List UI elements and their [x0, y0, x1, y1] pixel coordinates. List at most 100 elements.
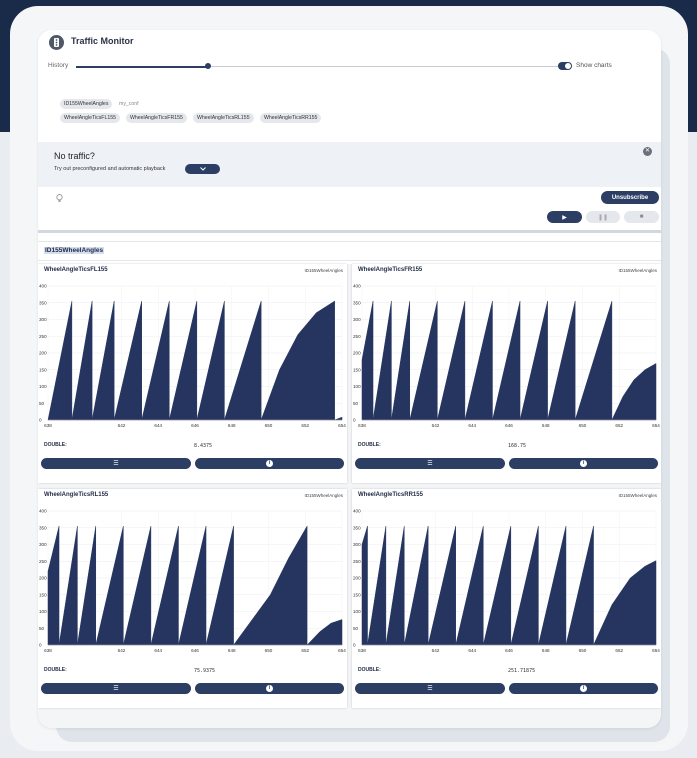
chart-plot: 0 50 100 150 200 250 300 350 400 638 642 644 646 648 6… [39, 284, 346, 429]
x-tick-label: 650 [579, 423, 587, 428]
info-icon: i [580, 685, 587, 692]
y-tick-label: 350 [39, 525, 47, 530]
unsubscribe-button[interactable]: Unsubscribe [601, 191, 659, 204]
list-view-button[interactable]: ☰ [41, 458, 191, 469]
x-tick-label: 646 [191, 648, 199, 653]
x-tick-label: 638 [358, 648, 366, 653]
list-icon: ☰ [113, 686, 119, 692]
message-group-header[interactable]: ID155WheelAngles [38, 241, 661, 261]
list-view-button[interactable]: ☰ [41, 683, 191, 694]
page-title: Traffic Monitor [71, 36, 134, 46]
area-series [361, 526, 657, 646]
show-charts-label: Show charts [576, 62, 612, 69]
message-tag[interactable]: ID155WheelAngles [60, 99, 113, 109]
info-button[interactable]: i [509, 458, 658, 469]
chart-subtitle: ID155WheelAngles [618, 268, 657, 273]
x-tick-label: 644 [154, 648, 162, 653]
info-icon: i [266, 460, 273, 467]
y-tick-label: 400 [353, 509, 361, 514]
y-tick-label: 300 [353, 317, 361, 322]
stop-button[interactable]: ■ [624, 211, 659, 223]
y-tick-label: 100 [39, 609, 47, 614]
signal-chart-panel: WheelAngleTicsRL155 ID155WheelAngles 0 50… [38, 489, 347, 708]
y-tick-label: 0 [353, 418, 356, 423]
x-tick-label: 642 [118, 648, 126, 653]
y-tick-label: 50 [39, 401, 45, 406]
x-tick-label: 648 [228, 423, 236, 428]
group-title: ID155WheelAngles [44, 247, 105, 254]
list-view-button[interactable]: ☰ [355, 458, 505, 469]
current-value: 251.71875 [508, 668, 536, 674]
y-tick-label: 150 [353, 367, 361, 372]
x-tick-label: 652 [301, 648, 309, 653]
chart-subtitle: ID155WheelAngles [618, 493, 657, 498]
charts-grid: WheelAngleTicsFL155 ID155WheelAngles 0 50… [38, 264, 661, 728]
signal-chart-panel: WheelAngleTicsRR155 ID155WheelAngles 0 50… [352, 489, 661, 708]
signal-tag[interactable]: WheelAngleTicsRL155 [193, 113, 254, 123]
current-value: 75.9375 [194, 668, 216, 674]
info-icon: i [266, 685, 273, 692]
header: Traffic Monitor History Show charts ID15… [38, 30, 661, 142]
y-tick-label: 300 [353, 542, 361, 547]
area-series [47, 300, 343, 421]
pause-button[interactable]: ❚❚ [586, 211, 620, 223]
x-tick-label: 652 [301, 423, 309, 428]
y-tick-label: 200 [39, 576, 47, 581]
y-tick-label: 200 [39, 351, 47, 356]
y-tick-label: 100 [353, 609, 361, 614]
x-tick-label: 654 [338, 648, 346, 653]
x-tick-label: 650 [265, 423, 273, 428]
chart-title: WheelAngleTicsRL155 [44, 492, 109, 498]
section-divider [38, 230, 661, 233]
value-type-label: DOUBLE: [358, 442, 381, 448]
lightbulb-icon[interactable] [56, 194, 63, 205]
list-icon: ☰ [427, 461, 433, 467]
y-tick-label: 400 [39, 284, 47, 289]
x-tick-label: 638 [44, 648, 52, 653]
play-button[interactable]: ▶ [547, 211, 582, 223]
x-tick-label: 648 [542, 648, 550, 653]
signal-chart-panel: WheelAngleTicsFR155 ID155WheelAngles 0 50… [352, 264, 661, 483]
playback-dropdown-button[interactable] [185, 164, 220, 174]
y-tick-label: 200 [353, 351, 361, 356]
x-tick-label: 646 [191, 423, 199, 428]
current-value: 168.75 [508, 443, 527, 449]
pause-icon: ❚❚ [597, 214, 609, 221]
list-view-button[interactable]: ☰ [355, 683, 505, 694]
toggle-knob [565, 63, 571, 69]
list-icon: ☰ [427, 686, 433, 692]
chart-subtitle: ID155WheelAngles [304, 268, 343, 273]
chart-title: WheelAngleTicsFL155 [44, 267, 108, 273]
signal-tag[interactable]: WheelAngleTicsFR155 [126, 113, 187, 123]
info-button[interactable]: i [195, 683, 344, 694]
y-tick-label: 150 [39, 592, 47, 597]
signal-tag[interactable]: WheelAngleTicsFL155 [60, 113, 120, 123]
chart-plot: 0 50 100 150 200 250 300 350 400 638 642 644 646 648 6… [353, 284, 660, 429]
x-tick-label: 646 [505, 648, 513, 653]
y-tick-label: 150 [39, 367, 47, 372]
y-tick-label: 350 [353, 300, 361, 305]
stop-icon: ■ [639, 214, 644, 220]
y-tick-label: 300 [39, 542, 47, 547]
close-icon[interactable]: ✕ [643, 147, 652, 156]
show-charts-toggle[interactable] [558, 62, 572, 70]
info-button[interactable]: i [509, 683, 658, 694]
chart-plot: 0 50 100 150 200 250 300 350 400 638 642 644 646 648 6… [39, 509, 346, 654]
y-tick-label: 200 [353, 576, 361, 581]
x-tick-label: 652 [615, 423, 623, 428]
x-tick-label: 638 [358, 423, 366, 428]
x-tick-label: 638 [44, 423, 52, 428]
x-tick-label: 650 [265, 648, 273, 653]
config-tag: my_conf [119, 101, 139, 107]
signal-tag[interactable]: WheelAngleTicsRR155 [260, 113, 322, 123]
x-tick-label: 646 [505, 423, 513, 428]
chart-plot: 0 50 100 150 200 250 300 350 400 638 642 644 646 648 6… [353, 509, 660, 654]
y-tick-label: 0 [39, 418, 42, 423]
playback-controls: Unsubscribe ▶ ❚❚ ■ [38, 187, 661, 230]
history-slider-handle[interactable] [205, 63, 212, 69]
x-tick-label: 652 [615, 648, 623, 653]
info-icon: i [580, 460, 587, 467]
info-button[interactable]: i [195, 458, 344, 469]
value-type-label: DOUBLE: [44, 442, 67, 448]
history-slider-fill [76, 65, 209, 68]
